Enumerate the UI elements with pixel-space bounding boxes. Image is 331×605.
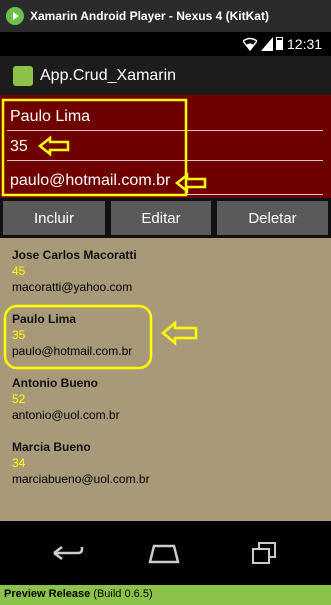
incluir-button[interactable]: Incluir [3,201,105,235]
footer-bar: Preview Release (Build 0.6.5) [0,585,331,605]
status-bar: 12:31 [0,32,331,56]
contact-name: Paulo Lima [12,312,77,326]
home-icon[interactable] [147,541,181,565]
footer-text: Preview Release (Build 0.6.5) [4,588,153,600]
action-bar: App.Crud_Xamarin [0,56,331,95]
contact-name: Jose Carlos Macoratti [12,248,137,262]
contact-age: 45 [12,264,26,278]
list-item[interactable]: Paulo Lima 35 paulo@hotmail.com.br [12,311,132,359]
editar-button[interactable]: Editar [111,201,211,235]
action-buttons: Incluir Editar Deletar [0,198,331,238]
contact-email: macoratti@yahoo.com [12,280,133,294]
contact-email: marciabueno@uol.com.br [12,472,150,486]
contact-name: Marcia Bueno [12,440,91,454]
age-field[interactable] [7,133,323,161]
android-app-icon [13,66,33,86]
list-item[interactable]: Antonio Bueno 52 antonio@uol.com.br [12,375,120,423]
name-field[interactable] [7,103,323,131]
signal-icon [261,37,273,51]
deletar-button[interactable]: Deletar [217,201,328,235]
contact-age: 35 [12,328,26,342]
contact-list: Jose Carlos Macoratti 45 macoratti@yahoo… [0,238,331,521]
list-item[interactable]: Jose Carlos Macoratti 45 macoratti@yahoo… [12,247,137,295]
back-icon[interactable] [52,541,84,565]
status-clock: 12:31 [287,36,323,52]
list-item[interactable]: Marcia Bueno 34 marciabueno@uol.com.br [12,439,150,487]
email-field[interactable] [7,167,323,195]
contact-age: 34 [12,456,26,470]
contact-name: Antonio Bueno [12,376,98,390]
window-title: Xamarin Android Player - Nexus 4 (KitKat… [30,9,269,23]
battery-icon [276,37,283,50]
wifi-icon [243,37,257,51]
navigation-bar [0,521,331,585]
build-label: (Build 0.6.5) [93,588,153,600]
contact-email: paulo@hotmail.com.br [12,344,133,358]
app-title: App.Crud_Xamarin [40,67,177,84]
window-titlebar: Xamarin Android Player - Nexus 4 (KitKat… [0,0,331,32]
recent-apps-icon[interactable] [251,541,277,565]
preview-label: Preview Release [4,588,91,600]
contact-age: 52 [12,392,26,406]
contact-email: antonio@uol.com.br [12,408,120,422]
play-icon [6,7,24,25]
